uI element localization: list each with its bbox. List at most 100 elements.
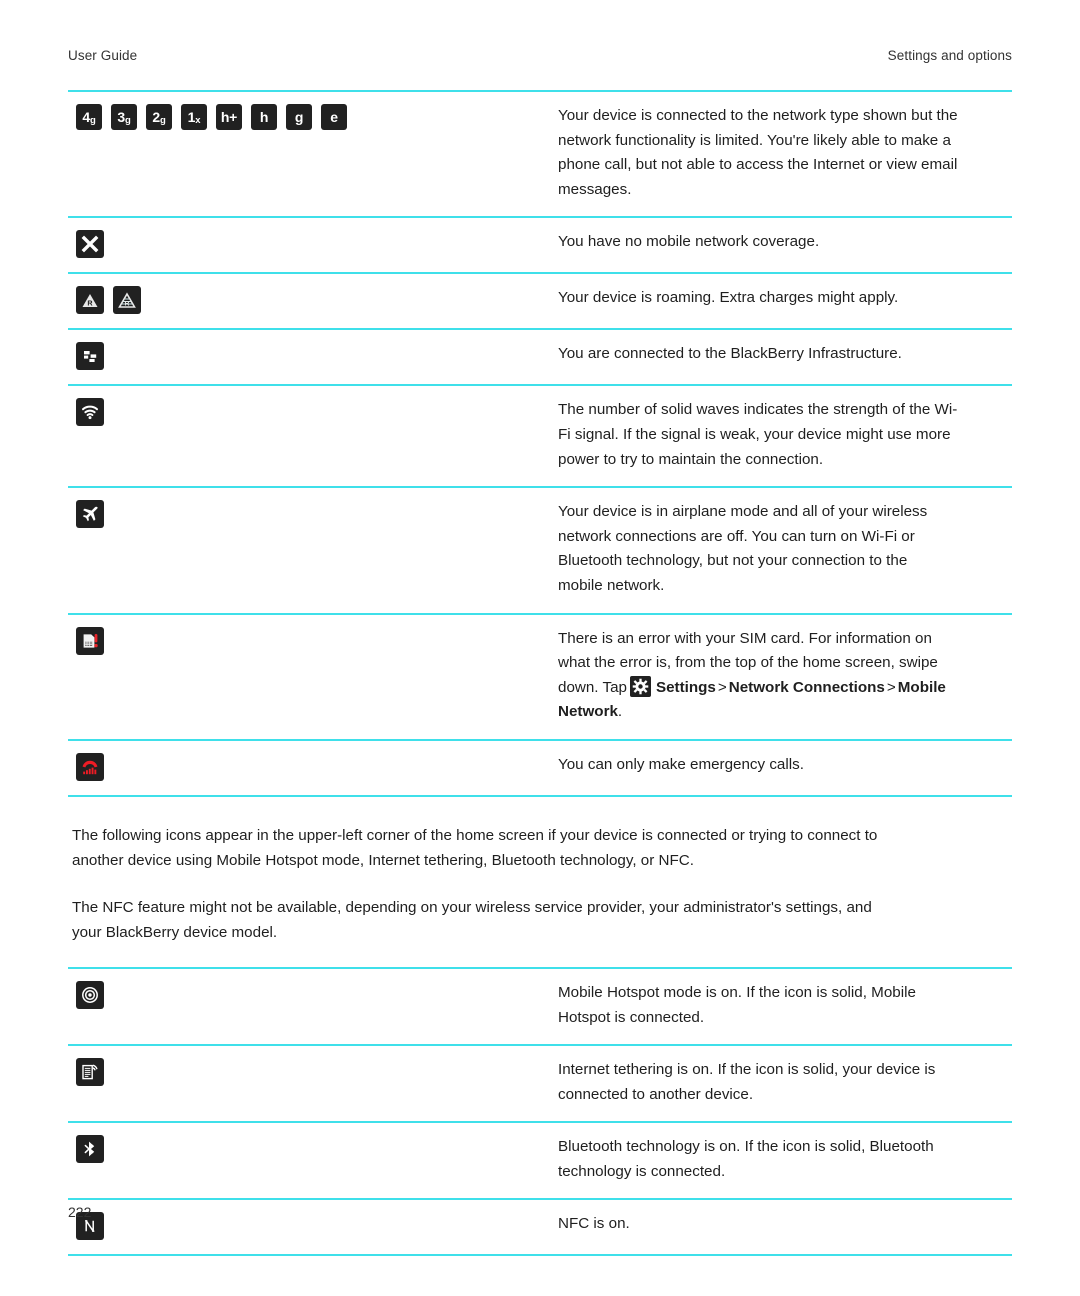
- description-line: You can only make emergency calls.: [558, 755, 804, 773]
- intro-paragraph-1: The following icons appear in the upper-…: [68, 823, 1012, 873]
- table-row: Your device is in airplane mode and all …: [68, 487, 1012, 613]
- nav-separator: >: [886, 678, 896, 696]
- network-h-icon: h: [251, 104, 277, 130]
- no-coverage-icon: [76, 230, 104, 259]
- description-cell: Internet tethering is on. If the icon is…: [554, 1045, 1012, 1122]
- icon-cell: [68, 740, 554, 796]
- network-hplus-icon: h+: [216, 104, 242, 130]
- description-line: Bluetooth technology, but not your conne…: [558, 552, 908, 570]
- navigation-path-line: down. Tap Settings > Network Connections > Mo…: [558, 675, 1012, 701]
- status-icons-table: 4g 3g 2g 1x h+ h g e Your device is conn…: [68, 90, 1012, 797]
- network-e-icon: e: [321, 104, 347, 130]
- intro-paragraph-2: The NFC feature might not be available, …: [68, 895, 1012, 945]
- table-row: Internet tethering is on. If the icon is…: [68, 1045, 1012, 1122]
- description-cell: Bluetooth technology is on. If the icon …: [554, 1122, 1012, 1199]
- table-row: R R Your device is roaming. Extra charge…: [68, 273, 1012, 329]
- wifi-icon: [76, 398, 104, 427]
- icon-cell: [68, 968, 554, 1045]
- bluetooth-icon: [76, 1135, 104, 1164]
- internet-tethering-icon: [76, 1058, 104, 1087]
- description-line: Bluetooth technology is on. If the icon …: [558, 1138, 934, 1156]
- icon-cell: [68, 1199, 554, 1255]
- paragraph-line: The following icons appear in the upper-…: [72, 826, 878, 844]
- description-line: phone call, but not able to access the I…: [558, 156, 958, 174]
- running-header: User Guide Settings and options: [68, 0, 1012, 63]
- document-page: User Guide Settings and options 4g 3g 2g…: [0, 0, 1080, 1296]
- table-row: The number of solid waves indicates the …: [68, 385, 1012, 487]
- icon-cell: 4g 3g 2g 1x h+ h g e: [68, 91, 554, 217]
- connection-icons-table: Mobile Hotspot mode is on. If the icon i…: [68, 967, 1012, 1257]
- network-3g-icon: 3g: [111, 104, 137, 130]
- description-line: Your device is connected to the network …: [558, 107, 958, 124]
- blackberry-infrastructure-icon: [76, 342, 104, 371]
- description-line: technology is connected.: [558, 1162, 726, 1180]
- table-row: There is an error with your SIM card. Fo…: [68, 613, 1012, 740]
- nav-step-mobile: Mobile: [897, 678, 946, 696]
- mobile-hotspot-icon: [76, 980, 104, 1009]
- description-line: power to try to maintain the connection.: [558, 450, 824, 468]
- network-2g-icon: 2g: [146, 104, 172, 130]
- icon-cell: [68, 385, 554, 487]
- nav-step-network: Network: [558, 703, 618, 721]
- description-line: There is an error with your SIM card. Fo…: [558, 629, 932, 647]
- description-line: You are connected to the BlackBerry Infr…: [558, 345, 902, 363]
- settings-gear-icon: [629, 675, 651, 697]
- network-1x-icon: 1x: [181, 104, 207, 130]
- nav-step-settings: Settings: [655, 678, 716, 696]
- svg-text:R: R: [125, 301, 130, 308]
- description-line: Mobile Hotspot mode is on. If the icon i…: [558, 983, 916, 1001]
- description-cell: Your device is in airplane mode and all …: [554, 487, 1012, 613]
- paragraph-line: The NFC feature might not be available, …: [72, 898, 872, 916]
- description-line: NFC is on.: [558, 1215, 630, 1233]
- description-line: network connections are off. You can tur…: [558, 527, 915, 545]
- table-row: You have no mobile network coverage.: [68, 217, 1012, 273]
- description-cell: Your device is connected to the network …: [554, 91, 1012, 217]
- paragraph-line: another device using Mobile Hotspot mode…: [72, 851, 694, 869]
- page-number: 222: [68, 1204, 92, 1220]
- description-line: connected to another device.: [558, 1085, 754, 1103]
- description-line: messages.: [558, 180, 632, 198]
- description-cell: You are connected to the BlackBerry Infr…: [554, 329, 1012, 385]
- network-4g-icon: 4g: [76, 104, 102, 130]
- description-line: Hotspot is connected.: [558, 1008, 705, 1026]
- icon-cell: [68, 1045, 554, 1122]
- description-line: Your device is in airplane mode and all …: [558, 503, 928, 521]
- icon-cell: [68, 614, 554, 740]
- description-cell: Your device is roaming. Extra charges mi…: [554, 273, 1012, 329]
- description-line: Internet tethering is on. If the icon is…: [558, 1061, 936, 1079]
- description-cell: There is an error with your SIM card. Fo…: [554, 614, 1012, 740]
- emergency-calls-icon: [76, 752, 104, 781]
- network-g-icon: g: [286, 104, 312, 130]
- description-line: You have no mobile network coverage.: [558, 233, 820, 251]
- description-line: what the error is, from the top of the h…: [558, 654, 938, 672]
- description-cell: You have no mobile network coverage.: [554, 217, 1012, 273]
- nav-separator: >: [717, 678, 727, 696]
- table-row: NFC is on.: [68, 1199, 1012, 1256]
- nav-period: .: [617, 703, 623, 721]
- roaming-outline-icon: R: [113, 286, 141, 315]
- svg-text:R: R: [87, 299, 93, 308]
- header-left-title: User Guide: [68, 48, 138, 63]
- sim-card-error-icon: [76, 626, 104, 655]
- description-line: network functionality is limited. You're…: [558, 131, 951, 149]
- header-right-title: Settings and options: [887, 48, 1012, 63]
- description-line: mobile network.: [558, 576, 665, 594]
- paragraph-line: your BlackBerry device model.: [72, 923, 278, 941]
- table-row: 4g 3g 2g 1x h+ h g e Your device is conn…: [68, 91, 1012, 217]
- navigation-path-line-continued: Network.: [558, 700, 1012, 725]
- icon-cell: [68, 217, 554, 273]
- nav-prefix-text: down. Tap: [558, 678, 627, 696]
- icon-cell: R R: [68, 273, 554, 329]
- icon-cell: [68, 487, 554, 613]
- description-line: Your device is roaming. Extra charges mi…: [558, 289, 899, 307]
- icon-cell: [68, 1122, 554, 1199]
- icon-cell: [68, 329, 554, 385]
- table-row: Mobile Hotspot mode is on. If the icon i…: [68, 967, 1012, 1045]
- description-cell: The number of solid waves indicates the …: [554, 385, 1012, 487]
- description-line: Fi signal. If the signal is weak, your d…: [558, 425, 951, 443]
- description-cell: NFC is on.: [554, 1199, 1012, 1255]
- table-row: You are connected to the BlackBerry Infr…: [68, 329, 1012, 385]
- description-cell: You can only make emergency calls.: [554, 740, 1012, 796]
- roaming-icon: R: [76, 286, 104, 315]
- nav-step-network-connections: Network Connections: [728, 678, 885, 696]
